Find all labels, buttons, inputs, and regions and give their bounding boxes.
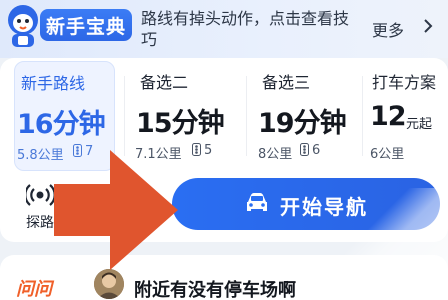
avatar-image: [94, 269, 124, 299]
route-distance: 7.1公里: [135, 147, 182, 162]
route-time: 15分钟: [136, 108, 225, 139]
route-time: 16分钟: [17, 109, 106, 140]
mascot-icon: [8, 5, 38, 47]
route-label: 备选三: [262, 73, 311, 92]
traffic-light-icon: [73, 144, 82, 157]
start-navigation-label: 开始导航: [280, 195, 368, 219]
traffic-light-count: 7: [85, 144, 94, 159]
route-option-alt2[interactable]: 备选二 15分钟 7.1公里 5: [134, 58, 234, 170]
explore-label: 探路: [26, 215, 54, 231]
route-label: 新手路线: [21, 74, 86, 93]
explore-button[interactable]: 探路: [14, 182, 66, 234]
route-distance: 6公里: [370, 147, 405, 162]
traffic-light-icon: [300, 143, 309, 156]
route-label: 打车方案: [372, 73, 437, 92]
divider: [246, 76, 247, 156]
newbie-guide-badge[interactable]: 新手宝典: [40, 9, 132, 41]
traffic-light-count: 6: [312, 143, 321, 158]
ar-label: AR导: [94, 215, 128, 231]
ask-bar[interactable]: 问问 附近有没有停车场啊: [0, 255, 448, 300]
ask-logo: 问问: [16, 279, 52, 300]
route-option-alt3[interactable]: 备选三 19分钟 8公里 6: [256, 58, 356, 170]
traffic-light-count: 5: [204, 143, 213, 158]
divider: [124, 76, 125, 156]
newbie-guide-banner[interactable]: 新手宝典 路线有掉头动作，点击查看技巧 更多: [0, 0, 448, 58]
u-turn-tip-text[interactable]: 路线有掉头动作，点击查看技巧: [141, 8, 363, 50]
route-distance: 8公里: [258, 147, 293, 162]
ar-icon: [106, 185, 132, 205]
route-option-taxi[interactable]: 打车方案 12 元起 6公里: [366, 58, 448, 170]
taxi-price: 12: [370, 101, 407, 132]
route-options-card: 新手路线 16分钟 5.8公里 7 备选二 15分钟 7.1公里 5 备选三 1…: [0, 58, 448, 242]
route-label: 备选二: [140, 73, 189, 92]
more-link[interactable]: 更多: [372, 17, 404, 41]
chevron-right-icon[interactable]: [420, 18, 436, 34]
start-navigation-button[interactable]: 开始导航: [172, 178, 440, 230]
car-icon: [247, 193, 267, 211]
traffic-light-icon: [192, 143, 201, 156]
divider: [362, 76, 363, 156]
ar-navigation-button[interactable]: AR导: [92, 182, 144, 234]
avatar: [94, 269, 124, 299]
route-distance: 5.8公里: [17, 148, 64, 163]
taxi-price-unit: 元起: [406, 117, 433, 132]
route-time: 19分钟: [258, 108, 347, 139]
broadcast-icon: [26, 184, 54, 206]
route-option-newbie[interactable]: 新手路线 16分钟 5.8公里 7: [14, 61, 115, 171]
suggested-question[interactable]: 附近有没有停车场啊: [134, 276, 296, 300]
